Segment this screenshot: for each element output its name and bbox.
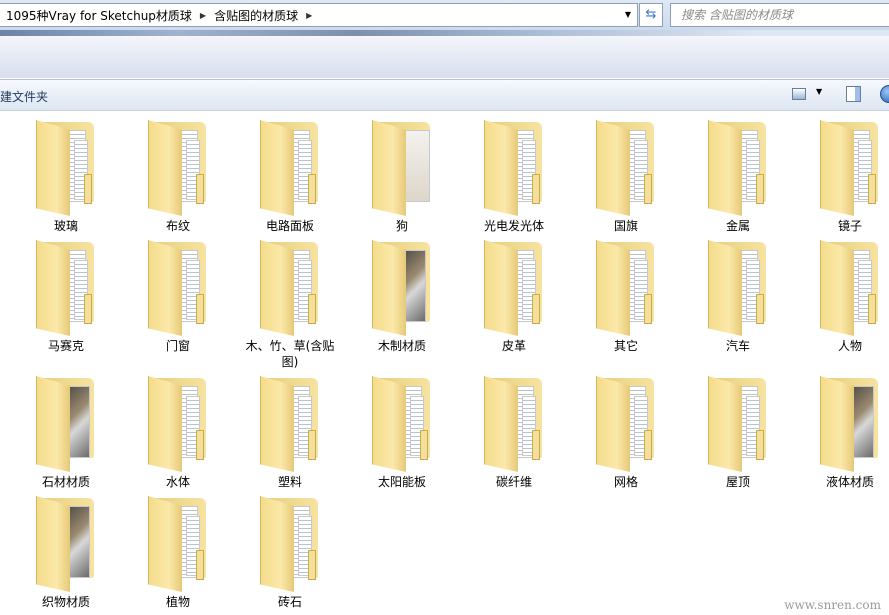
folder-item[interactable]: 金属 bbox=[682, 118, 794, 234]
folder-label: 其它 bbox=[613, 339, 638, 353]
folder-item[interactable]: 石材材质 bbox=[10, 374, 122, 490]
folder-label: 液体材质 bbox=[825, 475, 874, 489]
folder-label: 塑料 bbox=[277, 475, 302, 489]
folder-item[interactable]: 织物材质 bbox=[10, 494, 122, 610]
address-bar-area: 1095种Vray for Sketchup材质球 ▶ 含贴图的材质球 ▶ ▼ … bbox=[0, 0, 889, 32]
folder-label: 砖石 bbox=[277, 595, 302, 609]
new-folder-button[interactable]: 建文件夹 bbox=[0, 88, 48, 105]
folder-item[interactable]: 门窗 bbox=[122, 238, 234, 370]
folder-label: 石材材质 bbox=[41, 475, 90, 489]
folder-icon bbox=[706, 238, 770, 338]
search-input[interactable]: 搜索 含贴图的材质球 bbox=[670, 3, 889, 27]
folder-icon bbox=[482, 118, 546, 218]
folder-icon bbox=[706, 374, 770, 474]
folder-label: 太阳能板 bbox=[377, 475, 426, 489]
folder-icon bbox=[258, 238, 322, 338]
folder-grid: 玻璃 布纹 电路面板 狗 光电发光体 国旗 金属 镜子马赛克 门窗 木、竹、草(含贴图) 木制材质 皮… bbox=[10, 118, 889, 614]
folder-label: 木、竹、草(含贴图) bbox=[245, 339, 335, 369]
folder-icon bbox=[818, 374, 882, 474]
folder-icon bbox=[482, 238, 546, 338]
folder-item[interactable]: 国旗 bbox=[570, 118, 682, 234]
folder-icon bbox=[258, 118, 322, 218]
folder-label: 水体 bbox=[165, 475, 190, 489]
folder-icon bbox=[594, 374, 658, 474]
folder-item[interactable]: 狗 bbox=[346, 118, 458, 234]
folder-label: 人物 bbox=[837, 339, 862, 353]
address-bar[interactable]: 1095种Vray for Sketchup材质球 ▶ 含贴图的材质球 ▶ ▼ bbox=[0, 3, 638, 27]
folder-label: 碳纤维 bbox=[495, 475, 532, 489]
folder-label: 皮革 bbox=[501, 339, 526, 353]
folder-label: 狗 bbox=[395, 219, 408, 233]
folder-icon bbox=[34, 494, 98, 594]
folder-item[interactable]: 布纹 bbox=[122, 118, 234, 234]
change-view-icon[interactable] bbox=[792, 88, 806, 100]
watermark: www.snren.com bbox=[784, 598, 881, 612]
folder-label: 门窗 bbox=[165, 339, 190, 353]
folder-label: 木制材质 bbox=[377, 339, 426, 353]
folder-item[interactable]: 水体 bbox=[122, 374, 234, 490]
toolbar-band bbox=[0, 36, 889, 78]
folder-item[interactable]: 人物 bbox=[794, 238, 889, 370]
folder-icon bbox=[370, 238, 434, 338]
folder-item[interactable]: 塑料 bbox=[234, 374, 346, 490]
folder-icon bbox=[706, 118, 770, 218]
address-dropdown-icon[interactable]: ▼ bbox=[625, 10, 631, 19]
view-dropdown-icon[interactable]: ▼ bbox=[816, 87, 822, 96]
folder-label: 汽车 bbox=[725, 339, 750, 353]
folder-icon bbox=[146, 494, 210, 594]
breadcrumb-arrow-icon[interactable]: ▶ bbox=[200, 11, 206, 20]
folder-label: 国旗 bbox=[613, 219, 638, 233]
folder-icon bbox=[370, 374, 434, 474]
breadcrumb-current[interactable]: 含贴图的材质球 bbox=[214, 7, 298, 24]
folder-item[interactable]: 太阳能板 bbox=[346, 374, 458, 490]
folder-item[interactable]: 汽车 bbox=[682, 238, 794, 370]
folder-label: 织物材质 bbox=[41, 595, 90, 609]
breadcrumb-root[interactable]: 1095种Vray for Sketchup材质球 bbox=[6, 7, 192, 24]
folder-icon bbox=[34, 118, 98, 218]
folder-item[interactable]: 马赛克 bbox=[10, 238, 122, 370]
folder-label: 电路面板 bbox=[265, 219, 314, 233]
folder-icon bbox=[34, 238, 98, 338]
folder-icon bbox=[258, 374, 322, 474]
folder-icon bbox=[818, 238, 882, 338]
folder-icon bbox=[594, 238, 658, 338]
folder-label: 镜子 bbox=[837, 219, 862, 233]
folder-label: 布纹 bbox=[165, 219, 190, 233]
folder-item[interactable]: 木、竹、草(含贴图) bbox=[234, 238, 346, 370]
folder-label: 光电发光体 bbox=[483, 219, 544, 233]
folder-item[interactable]: 玻璃 bbox=[10, 118, 122, 234]
folder-icon bbox=[370, 118, 434, 218]
folder-item[interactable]: 碳纤维 bbox=[458, 374, 570, 490]
folder-icon bbox=[146, 374, 210, 474]
folder-label: 植物 bbox=[165, 595, 190, 609]
folder-label: 屋顶 bbox=[725, 475, 750, 489]
folder-item[interactable]: 镜子 bbox=[794, 118, 889, 234]
folder-item[interactable]: 皮革 bbox=[458, 238, 570, 370]
folder-item[interactable]: 光电发光体 bbox=[458, 118, 570, 234]
folder-item[interactable]: 屋顶 bbox=[682, 374, 794, 490]
folder-label: 玻璃 bbox=[53, 219, 78, 233]
folder-label: 网格 bbox=[613, 475, 638, 489]
folder-item[interactable]: 植物 bbox=[122, 494, 234, 610]
folder-icon bbox=[34, 374, 98, 474]
folder-icon bbox=[258, 494, 322, 594]
folder-label: 马赛克 bbox=[47, 339, 84, 353]
folder-icon bbox=[818, 118, 882, 218]
folder-item[interactable]: 砖石 bbox=[234, 494, 346, 610]
folder-item[interactable]: 电路面板 bbox=[234, 118, 346, 234]
folder-icon bbox=[146, 118, 210, 218]
folder-icon bbox=[146, 238, 210, 338]
command-bar: 建文件夹 ▼ bbox=[0, 79, 889, 111]
refresh-button[interactable]: ⇆ bbox=[639, 3, 663, 27]
breadcrumb-arrow-icon[interactable]: ▶ bbox=[306, 11, 312, 20]
folder-item[interactable]: 液体材质 bbox=[794, 374, 889, 490]
preview-pane-icon[interactable] bbox=[846, 86, 861, 102]
folder-item[interactable]: 网格 bbox=[570, 374, 682, 490]
help-icon[interactable] bbox=[880, 85, 889, 103]
folder-icon bbox=[594, 118, 658, 218]
folder-item[interactable]: 其它 bbox=[570, 238, 682, 370]
folder-icon bbox=[482, 374, 546, 474]
folder-item[interactable]: 木制材质 bbox=[346, 238, 458, 370]
folder-label: 金属 bbox=[725, 219, 750, 233]
